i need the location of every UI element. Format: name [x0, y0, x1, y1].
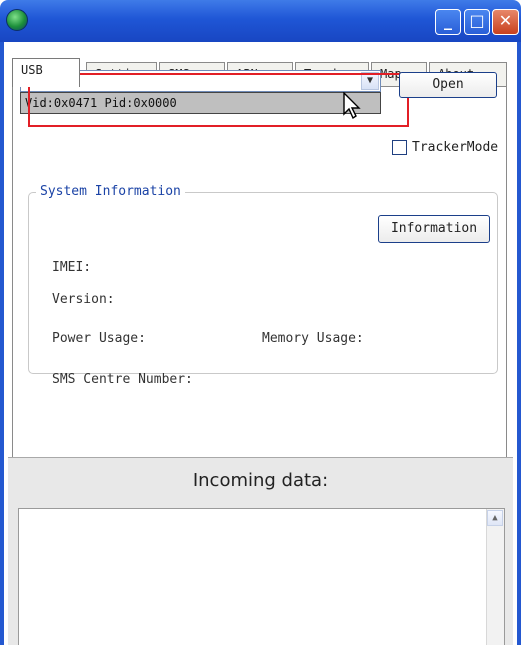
open-button[interactable]: Open: [399, 72, 497, 98]
app-globe-icon: [6, 9, 28, 31]
minimize-button[interactable]: _: [435, 9, 461, 35]
imei-label: IMEI:: [52, 260, 92, 275]
maximize-button[interactable]: □: [464, 9, 490, 35]
scroll-up-icon[interactable]: ▲: [487, 510, 503, 526]
tracker-mode-label: TrackerMode: [412, 140, 499, 155]
information-button[interactable]: Information: [378, 215, 490, 243]
version-label: Version:: [52, 292, 115, 307]
system-information-title: System Information: [36, 184, 185, 199]
incoming-data-panel: Incoming data: ▲: [8, 457, 513, 645]
sms-centre-number-label: SMS Centre Number:: [52, 372, 193, 387]
mouse-cursor-icon: [343, 92, 361, 120]
tracker-mode-checkbox[interactable]: [392, 140, 407, 155]
vertical-scrollbar[interactable]: ▲: [486, 509, 504, 645]
incoming-data-textarea[interactable]: ▲: [18, 508, 505, 645]
memory-usage-label: Memory Usage:: [262, 331, 364, 346]
power-usage-label: Power Usage:: [52, 331, 146, 346]
incoming-data-title: Incoming data:: [192, 470, 329, 491]
title-bar[interactable]: _ □ ✕: [0, 0, 521, 42]
close-button[interactable]: ✕: [492, 9, 519, 35]
tab-usb[interactable]: USB: [12, 58, 80, 87]
